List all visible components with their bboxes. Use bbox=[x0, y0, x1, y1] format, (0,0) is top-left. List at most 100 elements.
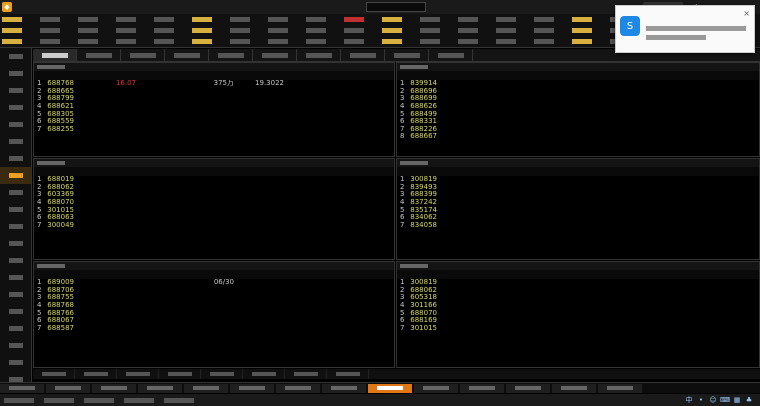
sidebar-item[interactable] bbox=[0, 48, 31, 65]
table-row[interactable]: 4 837242 bbox=[397, 199, 759, 207]
table-row[interactable]: 8 688667 bbox=[397, 133, 759, 141]
toolbar-button[interactable] bbox=[184, 383, 228, 393]
table-row[interactable]: 3 688699 bbox=[397, 95, 759, 103]
table-row[interactable]: 6 688331 bbox=[397, 118, 759, 126]
menu-item[interactable] bbox=[228, 36, 266, 47]
tab[interactable] bbox=[165, 49, 209, 61]
toolbar-button[interactable] bbox=[0, 383, 44, 393]
menu-item[interactable] bbox=[152, 14, 190, 25]
table-row[interactable]: 4 688070 bbox=[34, 199, 394, 207]
table-row[interactable]: 6 834062 bbox=[397, 214, 759, 222]
toolbar-button[interactable] bbox=[368, 383, 412, 393]
tab[interactable] bbox=[77, 49, 121, 61]
table-row[interactable]: 1 688019 bbox=[34, 176, 394, 184]
table-row[interactable]: 5 835174 bbox=[397, 206, 759, 214]
menu-item[interactable] bbox=[152, 25, 190, 36]
menu-item[interactable] bbox=[532, 14, 570, 25]
table-row[interactable]: 2 688062 bbox=[34, 184, 394, 192]
menu-item[interactable] bbox=[228, 14, 266, 25]
toolbar-button[interactable] bbox=[414, 383, 458, 393]
sidebar-item[interactable] bbox=[0, 167, 31, 184]
search-input[interactable] bbox=[366, 2, 426, 12]
close-icon[interactable]: × bbox=[743, 9, 750, 18]
menu-item[interactable] bbox=[304, 25, 342, 36]
toolbar-button[interactable] bbox=[230, 383, 274, 393]
menu-item[interactable] bbox=[570, 14, 608, 25]
menu-item[interactable] bbox=[266, 14, 304, 25]
menu-item[interactable] bbox=[114, 14, 152, 25]
toolbar-button[interactable] bbox=[138, 383, 182, 393]
sidebar-item[interactable] bbox=[0, 269, 31, 286]
menu-item[interactable] bbox=[570, 36, 608, 47]
table-row[interactable]: 1 300819 bbox=[397, 279, 759, 287]
sub-tab[interactable] bbox=[117, 369, 159, 379]
sidebar-item[interactable] bbox=[0, 337, 31, 354]
sub-tab[interactable] bbox=[75, 369, 117, 379]
sidebar-item[interactable] bbox=[0, 116, 31, 133]
menu-item[interactable] bbox=[304, 14, 342, 25]
menu-item[interactable] bbox=[152, 36, 190, 47]
table-row[interactable]: 5 688499 bbox=[397, 110, 759, 118]
table-row[interactable]: 3 688399 bbox=[397, 191, 759, 199]
menu-item[interactable] bbox=[114, 36, 152, 47]
sidebar-item[interactable] bbox=[0, 82, 31, 99]
tab[interactable] bbox=[253, 49, 297, 61]
table-row[interactable]: 3 603369 bbox=[34, 191, 394, 199]
menu-item[interactable] bbox=[266, 25, 304, 36]
sidebar-item[interactable] bbox=[0, 150, 31, 167]
menu-item[interactable] bbox=[38, 25, 76, 36]
sub-tab[interactable] bbox=[33, 369, 75, 379]
menu-item[interactable] bbox=[190, 36, 228, 47]
menu-item[interactable] bbox=[570, 25, 608, 36]
menu-item[interactable] bbox=[418, 36, 456, 47]
sidebar-item[interactable] bbox=[0, 201, 31, 218]
menu-item[interactable] bbox=[494, 14, 532, 25]
toolbar-button[interactable] bbox=[506, 383, 550, 393]
tab[interactable] bbox=[429, 49, 473, 61]
table-row[interactable]: 2 839493 bbox=[397, 184, 759, 192]
sub-tab[interactable] bbox=[327, 369, 369, 379]
tab[interactable] bbox=[209, 49, 253, 61]
table-row[interactable]: 4 688626 bbox=[397, 103, 759, 111]
table-row[interactable]: 6 688067 bbox=[34, 317, 394, 325]
menu-item[interactable] bbox=[380, 14, 418, 25]
shirt-icon[interactable]: ♣ bbox=[744, 395, 754, 405]
app-logo[interactable]: ◆ bbox=[0, 0, 58, 14]
sidebar-item[interactable] bbox=[0, 184, 31, 201]
table-row[interactable]: 7 301015 bbox=[397, 325, 759, 333]
toolbar-button[interactable] bbox=[460, 383, 504, 393]
sidebar-item[interactable] bbox=[0, 320, 31, 337]
menu-item[interactable] bbox=[0, 36, 38, 47]
ime-icon[interactable]: 中 bbox=[684, 395, 694, 405]
sidebar-item[interactable] bbox=[0, 303, 31, 320]
menu-item[interactable] bbox=[494, 25, 532, 36]
sidebar-item[interactable] bbox=[0, 65, 31, 82]
sub-tab[interactable] bbox=[159, 369, 201, 379]
menu-item[interactable] bbox=[190, 25, 228, 36]
keyboard-icon[interactable]: ⌨ bbox=[720, 395, 730, 405]
table-row[interactable]: 2 688696 bbox=[397, 88, 759, 96]
table-row[interactable]: 4 688768 bbox=[34, 302, 394, 310]
table-row[interactable]: 1 688768 16.07 375万 19.3022 bbox=[34, 80, 394, 88]
menu-item[interactable] bbox=[38, 36, 76, 47]
menu-item[interactable] bbox=[76, 36, 114, 47]
table-row[interactable]: 6 688063 bbox=[34, 214, 394, 222]
menu-item[interactable] bbox=[380, 36, 418, 47]
table-row[interactable]: 2 688665 bbox=[34, 88, 394, 96]
table-row[interactable]: 5 688766 bbox=[34, 309, 394, 317]
sub-tab[interactable] bbox=[201, 369, 243, 379]
table-row[interactable]: 2 688706 bbox=[34, 287, 394, 295]
menu-item[interactable] bbox=[266, 36, 304, 47]
table-row[interactable]: 6 688559 bbox=[34, 118, 394, 126]
table-row[interactable]: 7 300049 bbox=[34, 222, 394, 230]
punctuation-icon[interactable]: • bbox=[696, 395, 706, 405]
menu-item[interactable] bbox=[76, 14, 114, 25]
table-row[interactable]: 3 688755 bbox=[34, 294, 394, 302]
sidebar-item[interactable] bbox=[0, 354, 31, 371]
table-row[interactable]: 4 301166 bbox=[397, 302, 759, 310]
sidebar-item[interactable] bbox=[0, 99, 31, 116]
table-row[interactable]: 7 688587 bbox=[34, 325, 394, 333]
menu-item[interactable] bbox=[380, 25, 418, 36]
menu-item[interactable] bbox=[418, 25, 456, 36]
menu-item[interactable] bbox=[342, 25, 380, 36]
